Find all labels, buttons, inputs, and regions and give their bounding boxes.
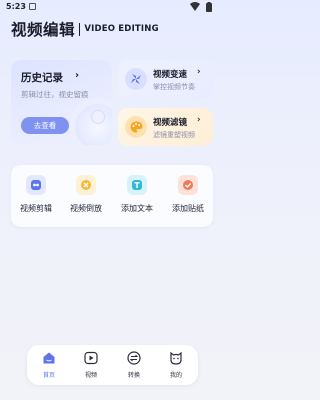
tool-video-cut[interactable]: 视频剪辑	[11, 175, 61, 221]
page-subtitle: VIDEO EDITING	[84, 24, 159, 34]
video-filter-title: 视频滤镜	[153, 118, 188, 128]
page-title: 视频编辑	[11, 21, 76, 39]
tool-reverse[interactable]: 视频倒放	[61, 175, 111, 221]
tool-add-text[interactable]: 添加文本	[112, 175, 162, 221]
bottom-nav: 首页 视频 转换 我的	[27, 345, 198, 385]
history-card[interactable]: 历史记录 › 剪辑过往，视史留痕 去查看	[11, 60, 112, 145]
title-divider	[79, 22, 81, 36]
video-speed-subtitle: 掌控视频节奏	[153, 83, 195, 91]
speed-icon	[125, 68, 147, 90]
video-filter-subtitle: 滤镜重塑视频	[153, 131, 195, 139]
battery-icon	[206, 2, 212, 12]
tool-label: 添加文本	[121, 204, 153, 213]
chevron-right-icon: ›	[197, 115, 201, 125]
wifi-icon	[190, 2, 200, 11]
status-time: 5:23	[6, 2, 26, 11]
tools-panel: 视频剪辑 视频倒放 添加文本 添加贴纸	[11, 165, 213, 227]
status-bar: 5:23	[0, 0, 225, 14]
tool-label: 添加贴纸	[172, 204, 204, 213]
tool-label: 视频剪辑	[20, 204, 52, 213]
home-icon	[43, 352, 55, 364]
tool-label: 视频倒放	[70, 204, 102, 213]
history-title: 历史记录	[21, 72, 63, 84]
page-header: 视频编辑 VIDEO EDITING	[11, 18, 159, 40]
convert-icon	[127, 351, 141, 365]
nav-item-convert[interactable]: 转换	[117, 351, 151, 381]
history-decoration	[69, 98, 112, 145]
palette-icon	[125, 116, 147, 138]
history-decoration-dot	[91, 110, 105, 124]
nav-label: 视频	[84, 372, 97, 379]
nav-item-home[interactable]: 首页	[32, 351, 66, 381]
chevron-right-icon: ›	[75, 70, 80, 81]
video-filter-card[interactable]: 视频滤镜 › 滤镜重塑视频	[118, 108, 213, 146]
nav-item-video[interactable]: 视频	[74, 351, 108, 381]
video-speed-card[interactable]: 视频变速 › 掌控视频节奏	[118, 60, 213, 98]
history-subtitle: 剪辑过往，视史留痕	[21, 90, 89, 99]
text-icon	[127, 175, 147, 195]
sticker-icon	[178, 175, 198, 195]
nav-item-profile[interactable]: 我的	[159, 351, 193, 381]
notification-icon	[29, 3, 36, 10]
chevron-right-icon: ›	[197, 67, 201, 77]
view-history-button[interactable]: 去查看	[21, 117, 69, 134]
profile-icon	[170, 351, 182, 365]
video-speed-title: 视频变速	[153, 70, 188, 80]
nav-label: 转换	[127, 372, 140, 379]
video-cut-icon	[26, 175, 46, 195]
nav-label: 首页	[42, 372, 55, 379]
play-icon	[84, 351, 98, 365]
nav-label: 我的	[169, 372, 182, 379]
tool-add-sticker[interactable]: 添加贴纸	[163, 175, 213, 221]
reverse-icon	[76, 175, 96, 195]
